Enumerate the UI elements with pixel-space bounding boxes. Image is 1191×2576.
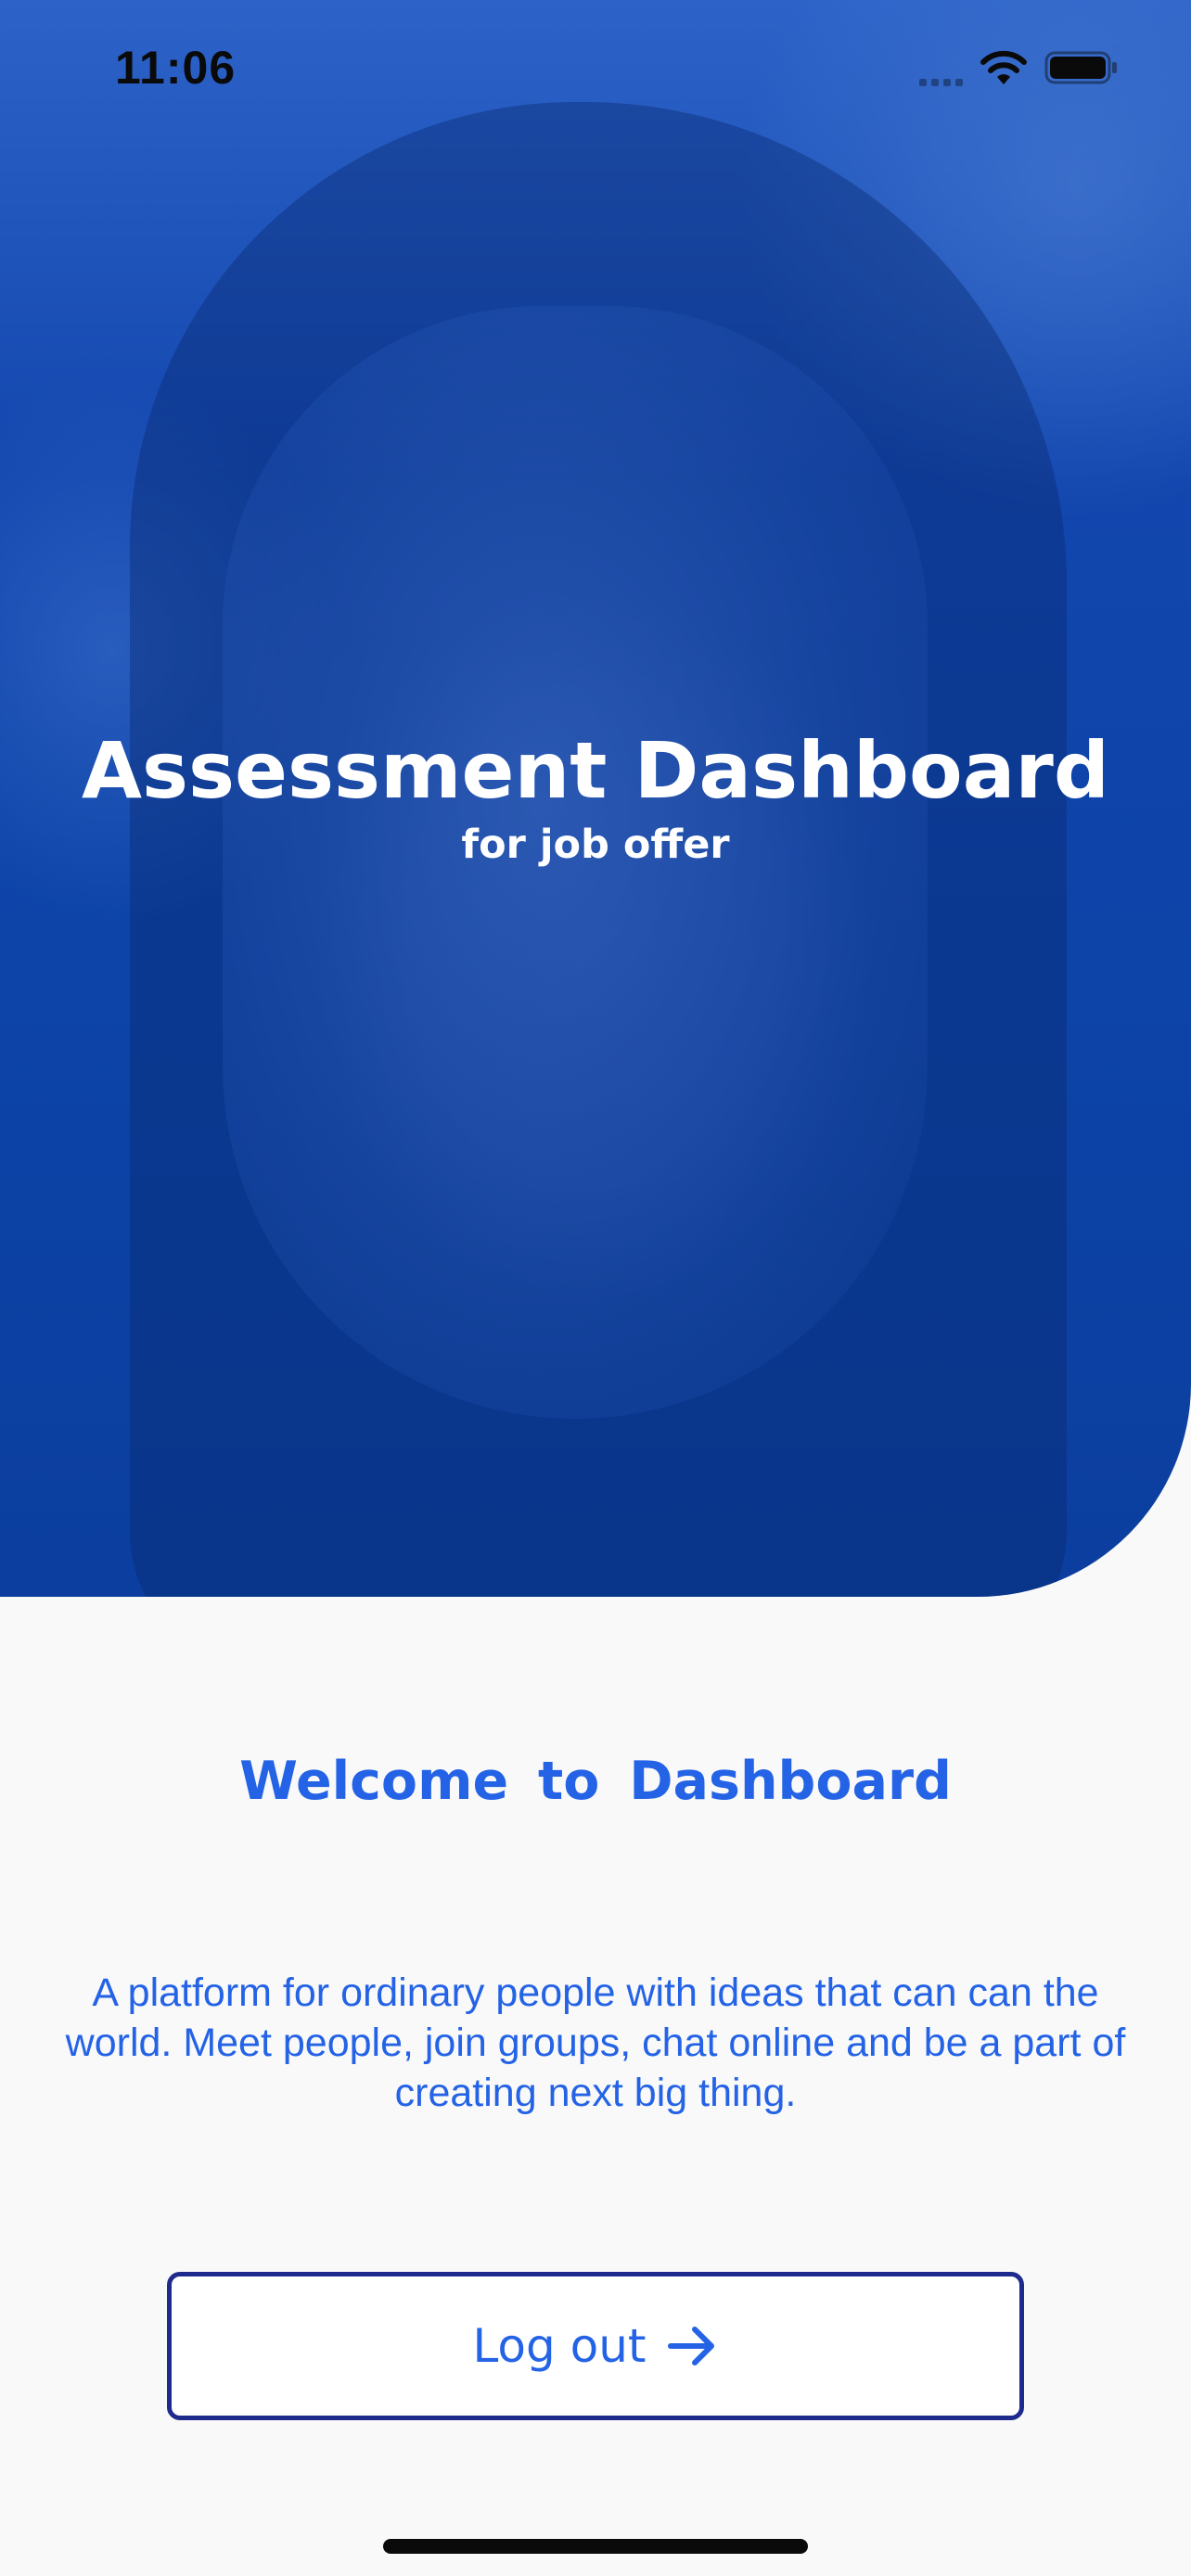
- description-text: A platform for ordinary people with idea…: [65, 1970, 1126, 2115]
- battery-icon: [1044, 51, 1117, 84]
- logout-label: Log out: [472, 2319, 647, 2373]
- wifi-icon: [980, 50, 1027, 84]
- status-time: 11:06: [115, 42, 237, 94]
- hero-title: Assessment Dashboard: [82, 725, 1109, 816]
- hero-subtitle: for job offer: [461, 822, 730, 868]
- home-indicator[interactable]: [383, 2539, 808, 2554]
- welcome-heading: Welcome to Dashboard: [239, 1751, 952, 1812]
- signal-icon: [919, 49, 963, 86]
- logout-button[interactable]: Log out: [167, 2272, 1024, 2420]
- arrow-right-icon: [667, 2327, 714, 2366]
- status-icons: [919, 46, 1119, 89]
